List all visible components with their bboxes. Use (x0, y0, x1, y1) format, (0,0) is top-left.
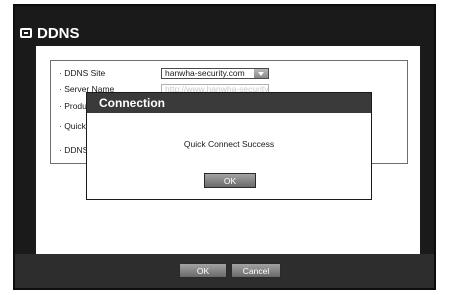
ddns-address-label: · DDNS (59, 145, 89, 155)
ok-button[interactable]: OK (179, 263, 227, 278)
connection-dialog: Connection Quick Connect Success OK (86, 92, 372, 200)
ddns-site-value: hanwha-security.com (165, 68, 245, 78)
dialog-message: Quick Connect Success (183, 139, 275, 149)
window-title: DDNS (37, 24, 80, 42)
quick-connect-label: · Quick (59, 121, 86, 131)
window-title-bar: DDNS (20, 22, 80, 44)
ddns-site-select[interactable]: hanwha-security.com (161, 68, 269, 79)
window-icon (20, 28, 32, 38)
dialog-title: Connection (87, 93, 371, 113)
cancel-button[interactable]: Cancel (231, 263, 281, 278)
chevron-down-icon[interactable] (254, 69, 268, 78)
ddns-site-label: · DDNS Site (59, 68, 106, 78)
dialog-ok-button[interactable]: OK (204, 173, 256, 188)
